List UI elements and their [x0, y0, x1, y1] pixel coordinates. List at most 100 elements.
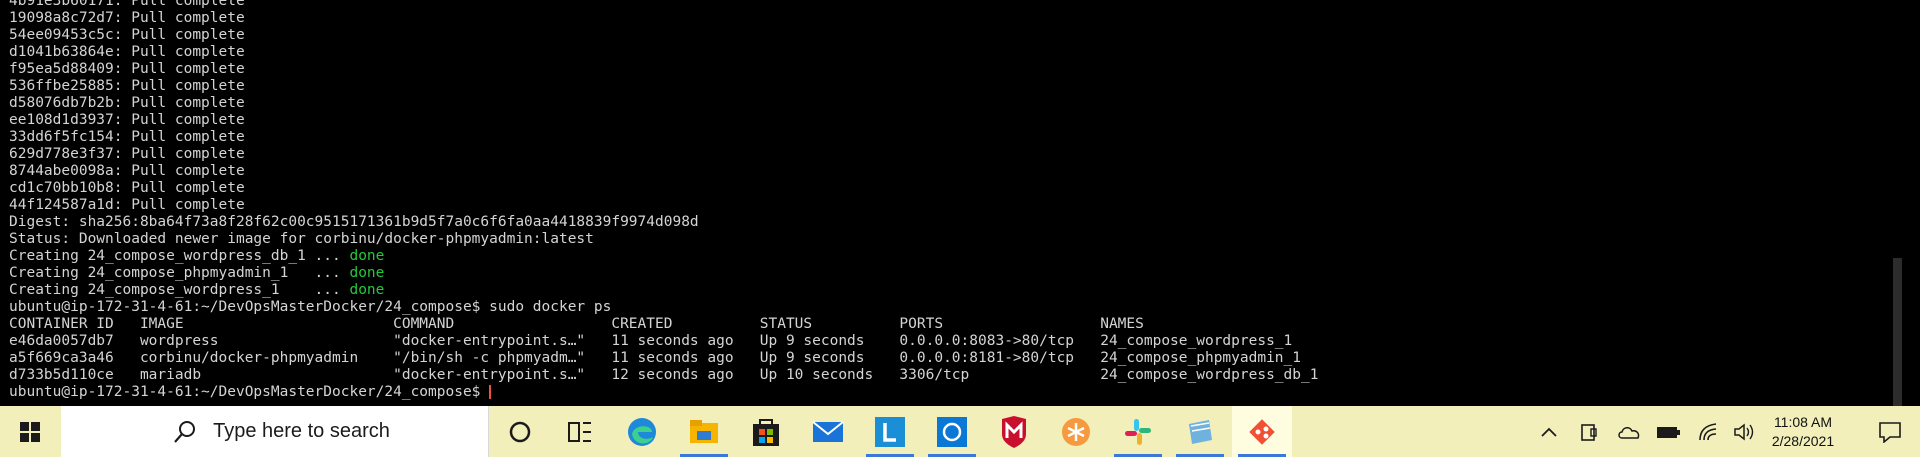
status-done: done [349, 282, 385, 298]
terminal-line: 19098a8c72d7: Pull complete [9, 10, 1318, 27]
status-done: done [349, 248, 385, 264]
terminal-line-text: Status: Downloaded newer image for corbi… [9, 231, 594, 247]
terminal-line-text: 629d778e3f37: Pull complete [9, 146, 245, 162]
git-icon [1249, 418, 1275, 445]
start-button[interactable] [0, 406, 60, 457]
terminal-line: 536ffbe25885: Pull complete [9, 78, 1318, 95]
taskbar: Type here to search 11:08 AM 2/28/2021 [0, 406, 1920, 457]
terminal-line-text: Creating 24_compose_phpmyadmin_1 ... [9, 265, 350, 281]
terminal-line: a5f669ca3a46 corbinu/docker-phpmyadmin "… [9, 350, 1318, 367]
cortana-icon [509, 421, 531, 442]
network-tray-button[interactable] [1690, 406, 1728, 457]
terminal-line-text: 8744abe0098a: Pull complete [9, 163, 245, 179]
blue-circle-app-icon [937, 416, 967, 447]
terminal-line-text: d1041b63864e: Pull complete [9, 44, 245, 60]
task-view-icon [568, 421, 591, 442]
show-hidden-icons-button[interactable] [1530, 406, 1568, 457]
terminal-line-text: 54ee09453c5c: Pull complete [9, 27, 245, 43]
terminal-line-text: 44f124587a1d: Pull complete [9, 197, 245, 213]
onedrive-tray-button[interactable] [1610, 406, 1648, 457]
terminal-line: CONTAINER ID IMAGE COMMAND CREATED STATU… [9, 316, 1318, 333]
terminal-line: ee108d1d3937: Pull complete [9, 112, 1318, 129]
device-tray-button[interactable] [1570, 406, 1608, 457]
notepad-button[interactable] [1170, 406, 1230, 457]
terminal-cursor [489, 385, 492, 399]
mcafee-icon [1002, 415, 1026, 448]
wifi-icon [1699, 422, 1717, 440]
search-placeholder: Type here to search [213, 420, 390, 442]
terminal-line-text: CONTAINER ID IMAGE COMMAND CREATED STATU… [9, 316, 1144, 332]
terminal-window[interactable]: 4b91e3b60171: Pull complete 19098a8c72d7:… [0, 0, 1905, 406]
terminal-line: ubuntu@ip-172-31-4-61:~/DevOpsMasterDock… [9, 384, 1318, 401]
mail-button[interactable] [798, 406, 858, 457]
microsoft-store-button[interactable] [736, 406, 796, 457]
volume-icon [1734, 422, 1754, 441]
slack-icon [1125, 418, 1151, 445]
terminal-line: f95ea5d88409: Pull complete [9, 61, 1318, 78]
status-done: done [349, 265, 385, 281]
l-app-icon [875, 416, 905, 447]
terminal-line-text: 536ffbe25885: Pull complete [9, 78, 245, 94]
terminal-line-text: ubuntu@ip-172-31-4-61:~/DevOpsMasterDock… [9, 299, 612, 315]
terminal-line-text: Creating 24_compose_wordpress_db_1 ... [9, 248, 350, 264]
terminal-line: 54ee09453c5c: Pull complete [9, 27, 1318, 44]
battery-tray-button[interactable] [1650, 406, 1688, 457]
terminal-line: 4b91e3b60171: Pull complete [9, 0, 1318, 10]
mcafee-button[interactable] [984, 406, 1044, 457]
l-app-button[interactable] [860, 406, 920, 457]
edge-button[interactable] [612, 406, 672, 457]
terminal-line: 8744abe0098a: Pull complete [9, 163, 1318, 180]
terminal-line: e46da0057db7 wordpress "docker-entrypoin… [9, 333, 1318, 350]
terminal-output: 4b91e3b60171: Pull complete 19098a8c72d7:… [9, 0, 1318, 401]
search-input[interactable]: Type here to search [61, 406, 489, 457]
mail-icon [812, 420, 844, 442]
task-view-button[interactable] [550, 406, 610, 457]
terminal-line-text: d733b5d110ce mariadb "docker-entrypoint.… [9, 367, 1319, 383]
terminal-line-text: a5f669ca3a46 corbinu/docker-phpmyadmin "… [9, 350, 1302, 366]
terminal-line-text: 19098a8c72d7: Pull complete [9, 10, 245, 26]
file-explorer-icon [690, 419, 718, 443]
slack-button[interactable] [1108, 406, 1168, 457]
orange-asterisk-app-button[interactable] [1046, 406, 1106, 457]
terminal-line-text: ee108d1d3937: Pull complete [9, 112, 245, 128]
file-explorer-button[interactable] [674, 406, 734, 457]
windows-logo-icon [20, 421, 40, 442]
terminal-line-text: Digest: sha256:8ba64f73a8f28f62c00c95151… [9, 214, 699, 230]
git-button[interactable] [1232, 406, 1292, 457]
clock-time: 11:08 AM [1773, 413, 1833, 430]
cortana-button[interactable] [490, 406, 550, 457]
clock[interactable]: 11:08 AM 2/28/2021 [1762, 406, 1844, 457]
volume-tray-button[interactable] [1730, 406, 1758, 457]
device-icon [1581, 423, 1597, 441]
terminal-line: Creating 24_compose_phpmyadmin_1 ... don… [9, 265, 1318, 282]
edge-icon [628, 417, 656, 446]
terminal-line: 629d778e3f37: Pull complete [9, 146, 1318, 163]
terminal-line: Status: Downloaded newer image for corbi… [9, 231, 1318, 248]
scrollbar-thumb[interactable] [1893, 258, 1902, 406]
search-icon [174, 420, 196, 443]
chevron-up-icon [1541, 427, 1557, 437]
microsoft-store-icon [753, 418, 779, 446]
battery-icon [1657, 426, 1680, 438]
onedrive-cloud-icon [1618, 426, 1640, 439]
terminal-line: Creating 24_compose_wordpress_db_1 ... d… [9, 248, 1318, 265]
terminal-scrollbar[interactable] [1890, 0, 1905, 406]
terminal-line-text: f95ea5d88409: Pull complete [9, 61, 245, 77]
notepad-icon [1189, 419, 1212, 444]
notification-center-icon [1879, 421, 1901, 443]
terminal-line: cd1c70bb10b8: Pull complete [9, 180, 1318, 197]
terminal-line-text: 33dd6f5fc154: Pull complete [9, 129, 245, 145]
terminal-line-text: e46da0057db7 wordpress "docker-entrypoin… [9, 333, 1293, 349]
blue-circle-app-button[interactable] [922, 406, 982, 457]
clock-date: 2/28/2021 [1771, 432, 1835, 449]
terminal-line-text: 4b91e3b60171: Pull complete [9, 0, 245, 9]
terminal-line: Creating 24_compose_wordpress_1 ... done [9, 282, 1318, 299]
terminal-line: 44f124587a1d: Pull complete [9, 197, 1318, 214]
notifications-button[interactable] [1860, 406, 1920, 457]
terminal-line: 33dd6f5fc154: Pull complete [9, 129, 1318, 146]
terminal-line-text: d58076db7b2b: Pull complete [9, 95, 245, 111]
terminal-line-text: cd1c70bb10b8: Pull complete [9, 180, 245, 196]
orange-asterisk-app-icon [1062, 417, 1090, 446]
terminal-line: Digest: sha256:8ba64f73a8f28f62c00c95151… [9, 214, 1318, 231]
terminal-line-text: ubuntu@ip-172-31-4-61:~/DevOpsMasterDock… [9, 384, 490, 400]
